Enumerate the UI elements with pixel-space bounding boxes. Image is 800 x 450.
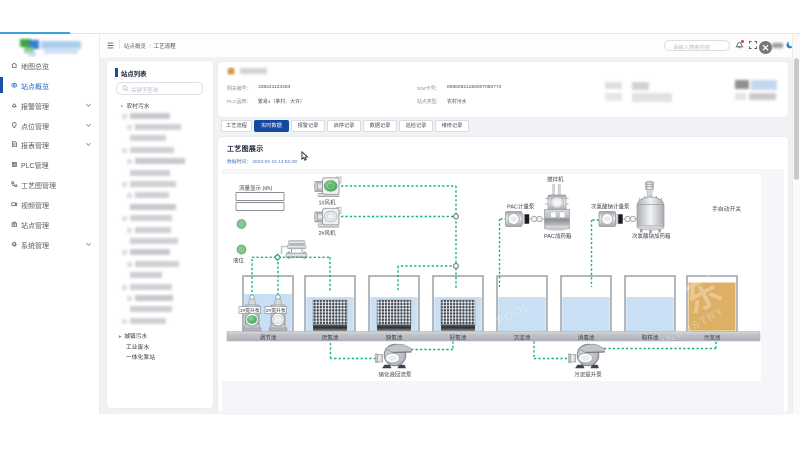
svg-text:1#提升泵: 1#提升泵	[240, 307, 260, 314]
svg-text:PAC计量泵: PAC计量泵	[507, 203, 535, 211]
svg-text:取样池: 取样池	[642, 333, 659, 341]
svg-text:液位: 液位	[233, 257, 245, 265]
svg-text:好氧池: 好氧池	[450, 333, 467, 341]
svg-text:硝化液回流泵: 硝化液回流泵	[378, 371, 412, 379]
svg-text:2#风机: 2#风机	[318, 229, 336, 237]
svg-text:次氯酸钠加药箱: 次氯酸钠加药箱	[632, 232, 671, 240]
svg-text:手自动开关: 手自动开关	[712, 205, 741, 213]
svg-text:污泥池: 污泥池	[704, 333, 721, 341]
svg-text:2#提升泵: 2#提升泵	[266, 307, 286, 314]
svg-text:沉淀池: 沉淀池	[514, 333, 531, 341]
svg-text:消毒池: 消毒池	[578, 333, 595, 341]
svg-text:调节池: 调节池	[260, 333, 277, 341]
svg-text:污泥提升泵: 污泥提升泵	[574, 371, 602, 379]
svg-text:1#风机: 1#风机	[318, 199, 336, 207]
svg-text:厌氧池: 厌氧池	[322, 333, 339, 341]
svg-text:搅拌机: 搅拌机	[547, 176, 564, 184]
svg-text:PAC加药箱: PAC加药箱	[544, 232, 572, 240]
svg-text:流量显示 (t/h): 流量显示 (t/h)	[239, 184, 272, 192]
svg-text:缺氧池: 缺氧池	[386, 333, 403, 341]
svg-text:次氯酸钠计量泵: 次氯酸钠计量泵	[591, 203, 630, 211]
